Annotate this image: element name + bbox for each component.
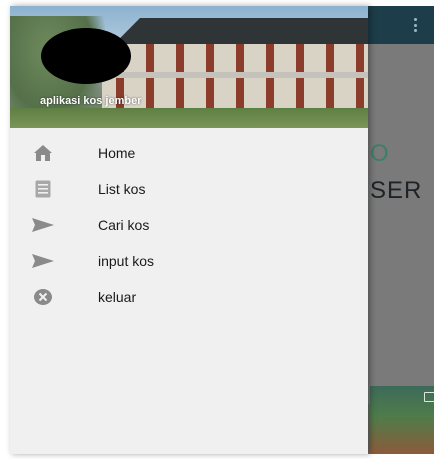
navigation-drawer: aplikasi kos jember Home List kos Cari k… (10, 6, 368, 454)
drawer-header-title: aplikasi kos jember (40, 95, 142, 107)
list-icon (32, 179, 54, 199)
header-building-floor (102, 72, 368, 78)
background-heading-top: O (370, 140, 390, 167)
menu-item-label: Cari kos (98, 217, 150, 233)
menu-item-list-kos[interactable]: List kos (10, 171, 368, 207)
background-heading-bottom: SER (370, 177, 423, 204)
menu-item-cari-kos[interactable]: Cari kos (10, 207, 368, 243)
home-icon (32, 143, 54, 163)
header-lawn (10, 108, 368, 128)
overflow-menu-icon[interactable] (412, 18, 418, 32)
header-building-roof (112, 18, 368, 46)
menu-item-input-kos[interactable]: input kos (10, 243, 368, 279)
menu-item-label: keluar (98, 289, 137, 305)
menu-item-label: input kos (98, 253, 155, 269)
menu-item-home[interactable]: Home (10, 135, 368, 171)
menu-item-label: Home (98, 145, 136, 161)
send-icon (32, 215, 54, 235)
close-circle-icon (32, 287, 54, 307)
avatar (41, 28, 131, 84)
menu-item-label: List kos (98, 181, 146, 197)
drawer-header: aplikasi kos jember (10, 6, 368, 128)
mail-icon (424, 392, 434, 402)
drawer-menu: Home List kos Cari kos input kos keluar (10, 135, 368, 315)
menu-item-keluar[interactable]: keluar (10, 279, 368, 315)
send-icon (32, 251, 54, 271)
